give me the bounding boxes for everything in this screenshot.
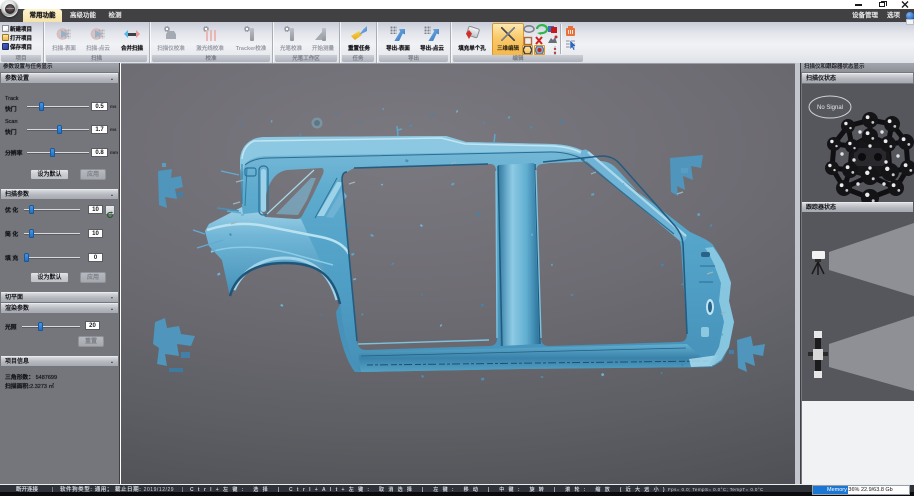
svg-text:No Signal: No Signal	[817, 105, 843, 111]
